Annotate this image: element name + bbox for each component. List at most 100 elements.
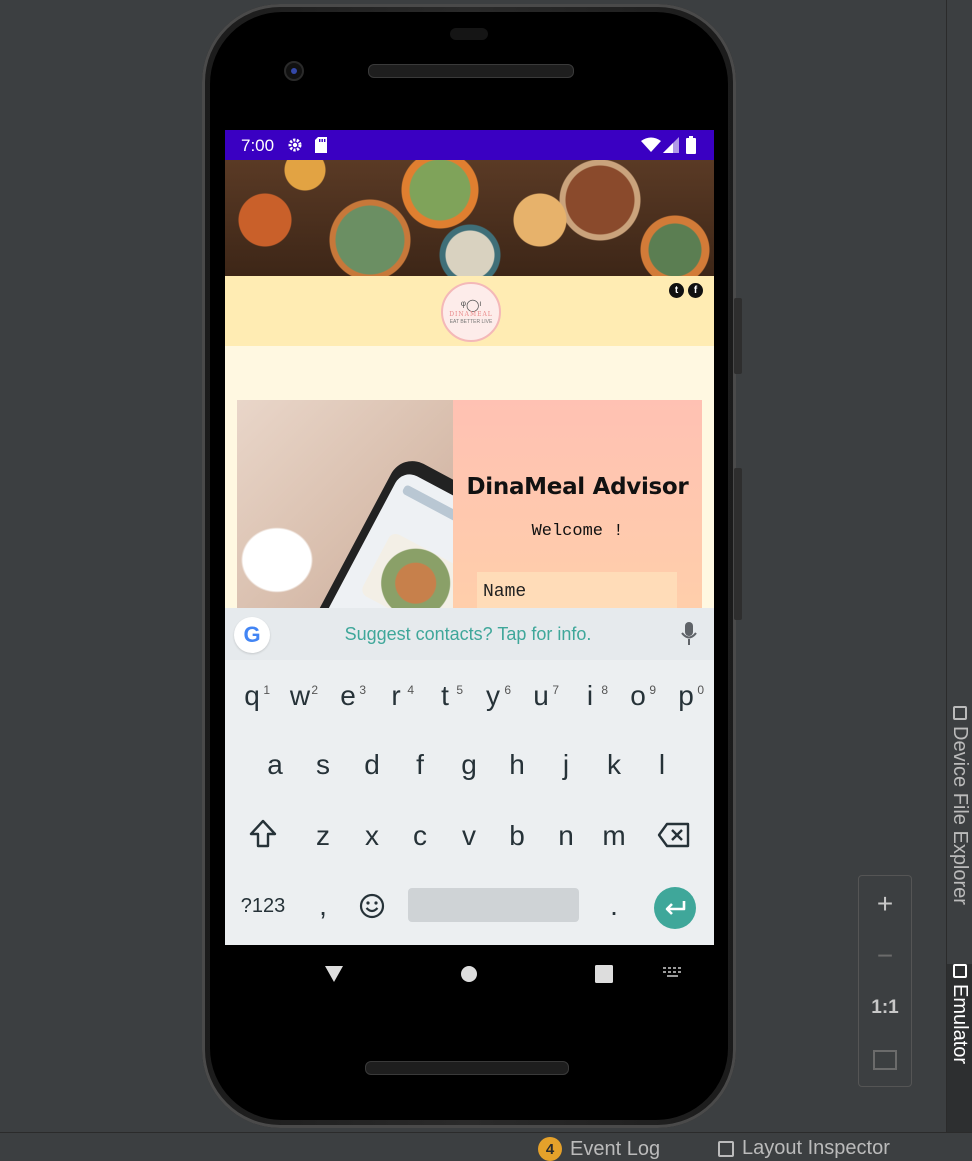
key-s[interactable]: s [299, 745, 347, 785]
layout-inspector-icon [718, 1140, 734, 1157]
tool-window-strip: Device File Explorer Emulator [946, 0, 972, 1132]
sd-card-icon [315, 137, 327, 153]
key-q[interactable]: q1 [228, 676, 276, 716]
comma-key[interactable]: , [299, 886, 347, 926]
key-r-hint: 4 [407, 683, 414, 697]
event-log-label: Event Log [570, 1137, 661, 1160]
key-p[interactable]: p0 [662, 676, 710, 716]
pictured-food [359, 531, 453, 620]
key-t-hint: 5 [456, 683, 463, 697]
google-icon[interactable]: G [234, 617, 270, 653]
layout-inspector-button[interactable]: Layout Inspector [718, 1137, 890, 1160]
key-e[interactable]: e3 [324, 676, 372, 716]
welcome-text: Welcome ! [531, 522, 624, 541]
event-log-badge: 4 [538, 1137, 562, 1161]
shift-icon[interactable] [248, 818, 278, 850]
logo-name: DINAMEAL [449, 310, 493, 318]
key-u[interactable]: u7 [517, 676, 565, 716]
app-title: DinaMeal Advisor [466, 474, 689, 500]
key-t[interactable]: t5 [421, 676, 469, 716]
zoom-actual-size-button[interactable]: 1:1 [859, 982, 911, 1034]
device-icon [953, 706, 967, 720]
key-b[interactable]: b [493, 816, 541, 856]
microphone-icon[interactable] [681, 622, 697, 646]
zoom-out-button[interactable]: − [859, 930, 911, 982]
sensor [450, 28, 488, 40]
emoji-icon[interactable] [359, 893, 385, 919]
front-camera-icon [284, 61, 304, 81]
symbols-key[interactable]: ?123 [233, 886, 293, 926]
keyboard-switch-icon[interactable] [663, 967, 683, 979]
key-y[interactable]: y6 [469, 676, 517, 716]
fit-screen-icon [873, 1050, 897, 1070]
layout-inspector-label: Layout Inspector [742, 1137, 890, 1159]
key-n[interactable]: n [542, 816, 590, 856]
key-w[interactable]: w2 [276, 676, 324, 716]
android-nav-bar [225, 945, 714, 1001]
key-k[interactable]: k [590, 745, 638, 785]
home-icon[interactable] [460, 965, 478, 983]
key-q-hint: 1 [263, 683, 270, 697]
phone-food-app-image [237, 400, 453, 620]
back-down-icon[interactable] [324, 965, 344, 983]
event-log-button[interactable]: 4 Event Log [538, 1137, 660, 1161]
login-form: DinaMeal Advisor Welcome ! [453, 400, 702, 620]
key-f[interactable]: f [396, 745, 444, 785]
suggestion-text[interactable]: Suggest contacts? Tap for info. [285, 624, 651, 645]
cell-signal-icon [663, 137, 679, 153]
key-i[interactable]: i8 [566, 676, 614, 716]
spacebar[interactable] [408, 888, 579, 922]
dinameal-logo[interactable]: ᵠ◯ᶦ DINAMEAL EAT BETTER LIVE [441, 282, 501, 342]
key-m[interactable]: m [590, 816, 638, 856]
name-input[interactable] [477, 572, 677, 612]
power-button[interactable] [734, 298, 742, 374]
recents-icon[interactable] [595, 965, 613, 983]
food-banner-image [225, 160, 714, 276]
period-key[interactable]: . [590, 886, 638, 926]
emulator-label: Emulator [949, 984, 971, 1065]
key-h[interactable]: h [493, 745, 541, 785]
backspace-icon[interactable] [657, 822, 691, 848]
key-z[interactable]: z [299, 816, 347, 856]
key-x[interactable]: x [348, 816, 396, 856]
key-o[interactable]: o9 [614, 676, 662, 716]
twitter-icon[interactable]: t [669, 283, 684, 298]
key-w-hint: 2 [311, 683, 318, 697]
key-l[interactable]: l [638, 745, 686, 785]
plate-icon: ᵠ◯ᶦ [460, 297, 482, 312]
key-j[interactable]: j [542, 745, 590, 785]
key-g[interactable]: g [445, 745, 493, 785]
pictured-phone-screen [293, 468, 453, 620]
logo-tagline: EAT BETTER LIVE [449, 318, 493, 325]
zoom-toolbar: + − 1:1 [858, 875, 912, 1087]
enter-button[interactable] [654, 887, 696, 929]
android-status-bar: 7:00 [225, 130, 714, 160]
key-c[interactable]: c [396, 816, 444, 856]
facebook-icon[interactable]: f [688, 283, 703, 298]
key-d[interactable]: d [348, 745, 396, 785]
enter-arrow-icon [665, 901, 686, 915]
key-w-label: w [289, 680, 311, 711]
soft-keyboard: G Suggest contacts? Tap for info. q1 w2 … [225, 608, 714, 945]
battery-icon [686, 136, 696, 154]
emulator-tab[interactable]: Emulator [947, 964, 972, 1132]
device-file-explorer-tab[interactable]: Device File Explorer [947, 706, 972, 905]
key-r-label: r [391, 680, 401, 711]
zoom-in-button[interactable]: + [859, 878, 911, 930]
key-a[interactable]: a [251, 745, 299, 785]
fit-screen-button[interactable] [859, 1034, 911, 1086]
key-r[interactable]: r4 [372, 676, 420, 716]
key-v[interactable]: v [445, 816, 493, 856]
key-u-hint: 7 [552, 683, 559, 697]
app-header: ᵠ◯ᶦ DINAMEAL EAT BETTER LIVE t f [225, 276, 714, 346]
key-y-hint: 6 [504, 683, 511, 697]
welcome-card: DinaMeal Advisor Welcome ! [237, 400, 702, 620]
key-y-label: y [486, 680, 500, 711]
volume-buttons[interactable] [734, 468, 742, 620]
key-e-label: e [340, 680, 356, 711]
ide-bottom-bar: 4 Event Log Layout Inspector [0, 1132, 972, 1161]
device-screen: 7:00 ᵠ◯ᶦ DINAMEAL EAT BETTER LIVE t f Di… [225, 130, 714, 945]
earpiece-speaker [368, 64, 574, 78]
key-i-label: i [586, 680, 594, 711]
key-u-label: u [533, 680, 549, 711]
